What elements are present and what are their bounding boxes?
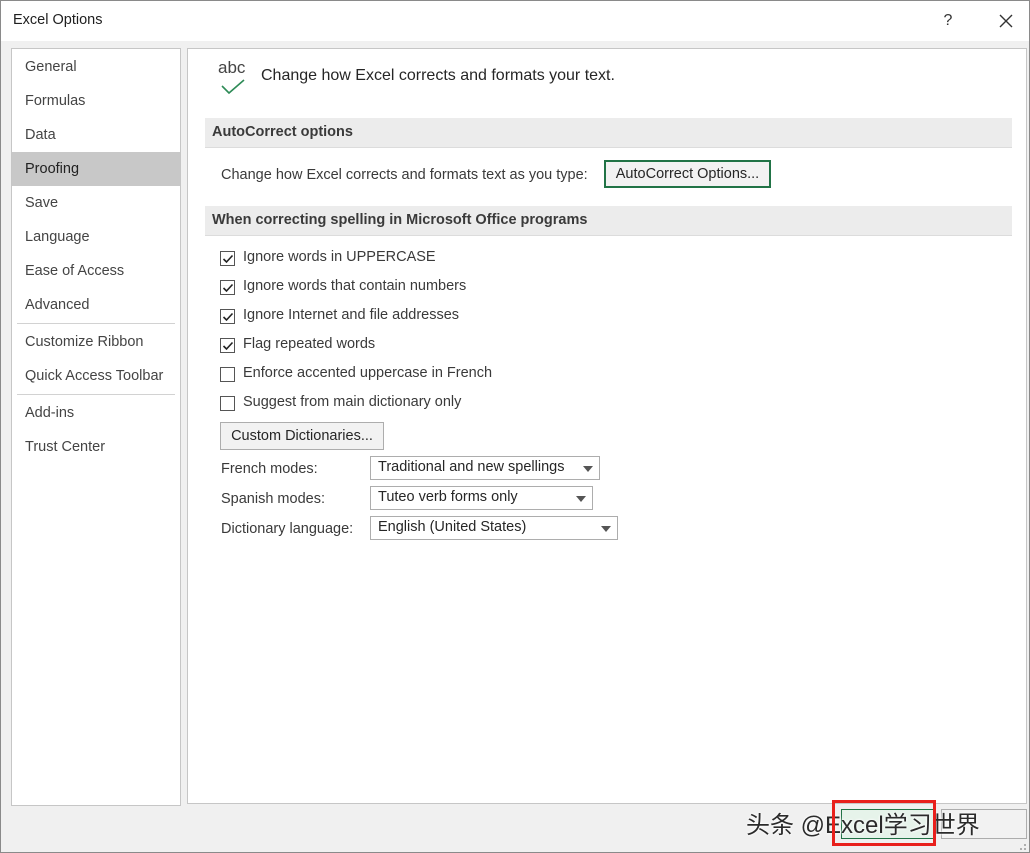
sidebar-item-trust-center[interactable]: Trust Center: [12, 430, 180, 464]
proofing-panel: abc Change how Excel corrects and format…: [187, 48, 1027, 804]
dictionary-language-select[interactable]: English (United States): [370, 516, 618, 540]
french-modes-label: French modes:: [221, 461, 318, 477]
autocorrect-description: Change how Excel corrects and formats te…: [221, 167, 588, 183]
checkbox[interactable]: [220, 396, 235, 411]
highlight-box: [832, 800, 936, 846]
close-icon: [999, 14, 1013, 28]
checkbox[interactable]: [220, 280, 235, 295]
select-value: Tuteo verb forms only: [378, 489, 518, 505]
chevron-down-icon: [576, 496, 586, 502]
chevron-down-icon: [583, 466, 593, 472]
resize-grip-icon[interactable]: [1017, 841, 1027, 851]
sidebar-item-data[interactable]: Data: [12, 118, 180, 152]
checkbox-label: Enforce accented uppercase in French: [243, 365, 493, 381]
checkmark-icon: [222, 254, 234, 264]
sidebar-item-save[interactable]: Save: [12, 186, 180, 220]
checkmark-icon: [222, 283, 234, 293]
sidebar-item-ease-of-access[interactable]: Ease of Access: [12, 254, 180, 288]
chevron-down-icon: [601, 526, 611, 532]
checkbox[interactable]: [220, 338, 235, 353]
sidebar-divider: [17, 394, 175, 395]
select-value: English (United States): [378, 519, 527, 535]
sidebar-item-quick-access-toolbar[interactable]: Quick Access Toolbar: [12, 359, 180, 393]
sidebar-item-advanced[interactable]: Advanced: [12, 288, 180, 322]
checkbox-label: Flag repeated words: [243, 336, 376, 352]
sidebar-item-formulas[interactable]: Formulas: [12, 84, 180, 118]
autocorrect-options-button[interactable]: AutoCorrect Options...: [604, 160, 771, 188]
checkbox[interactable]: [220, 367, 235, 382]
spanish-modes-label: Spanish modes:: [221, 491, 325, 507]
abc-icon-text: abc: [218, 58, 246, 77]
checkbox[interactable]: [220, 309, 235, 324]
spanish-modes-select[interactable]: Tuteo verb forms only: [370, 486, 593, 510]
checkbox-label: Suggest from main dictionary only: [243, 394, 462, 410]
sidebar-divider: [17, 323, 175, 324]
checkbox-label: Ignore words that contain numbers: [243, 278, 467, 294]
sidebar-item-add-ins[interactable]: Add-ins: [12, 396, 180, 430]
autocorrect-section-header: AutoCorrect options: [205, 118, 1012, 148]
french-modes-select[interactable]: Traditional and new spellings: [370, 456, 600, 480]
excel-options-dialog: Excel Options ? General Formulas Data Pr…: [0, 0, 1030, 853]
sidebar-item-general[interactable]: General: [12, 50, 180, 84]
options-sidebar: General Formulas Data Proofing Save Lang…: [11, 48, 181, 806]
checkmark-icon: [222, 312, 234, 322]
select-value: Traditional and new spellings: [378, 459, 565, 475]
abc-checkmark-icon: abc: [218, 58, 252, 98]
checkbox-label: Ignore Internet and file addresses: [243, 307, 460, 323]
help-button[interactable]: ?: [933, 7, 963, 35]
sidebar-item-language[interactable]: Language: [12, 220, 180, 254]
checkmark-icon: [222, 341, 234, 351]
close-button[interactable]: [989, 7, 1023, 35]
window-title: Excel Options: [13, 12, 103, 28]
section-title: AutoCorrect options: [212, 124, 353, 140]
section-title: When correcting spelling in Microsoft Of…: [212, 212, 588, 228]
sidebar-item-proofing[interactable]: Proofing: [12, 152, 180, 186]
page-header: Change how Excel corrects and formats yo…: [261, 67, 615, 84]
spelling-section-header: When correcting spelling in Microsoft Of…: [205, 206, 1012, 236]
title-bar: Excel Options ?: [1, 1, 1029, 41]
checkbox[interactable]: [220, 251, 235, 266]
custom-dictionaries-button[interactable]: Custom Dictionaries...: [220, 422, 384, 450]
sidebar-item-customize-ribbon[interactable]: Customize Ribbon: [12, 325, 180, 359]
checkbox-label: Ignore words in UPPERCASE: [243, 249, 436, 265]
dictionary-language-label: Dictionary language:: [221, 521, 354, 537]
